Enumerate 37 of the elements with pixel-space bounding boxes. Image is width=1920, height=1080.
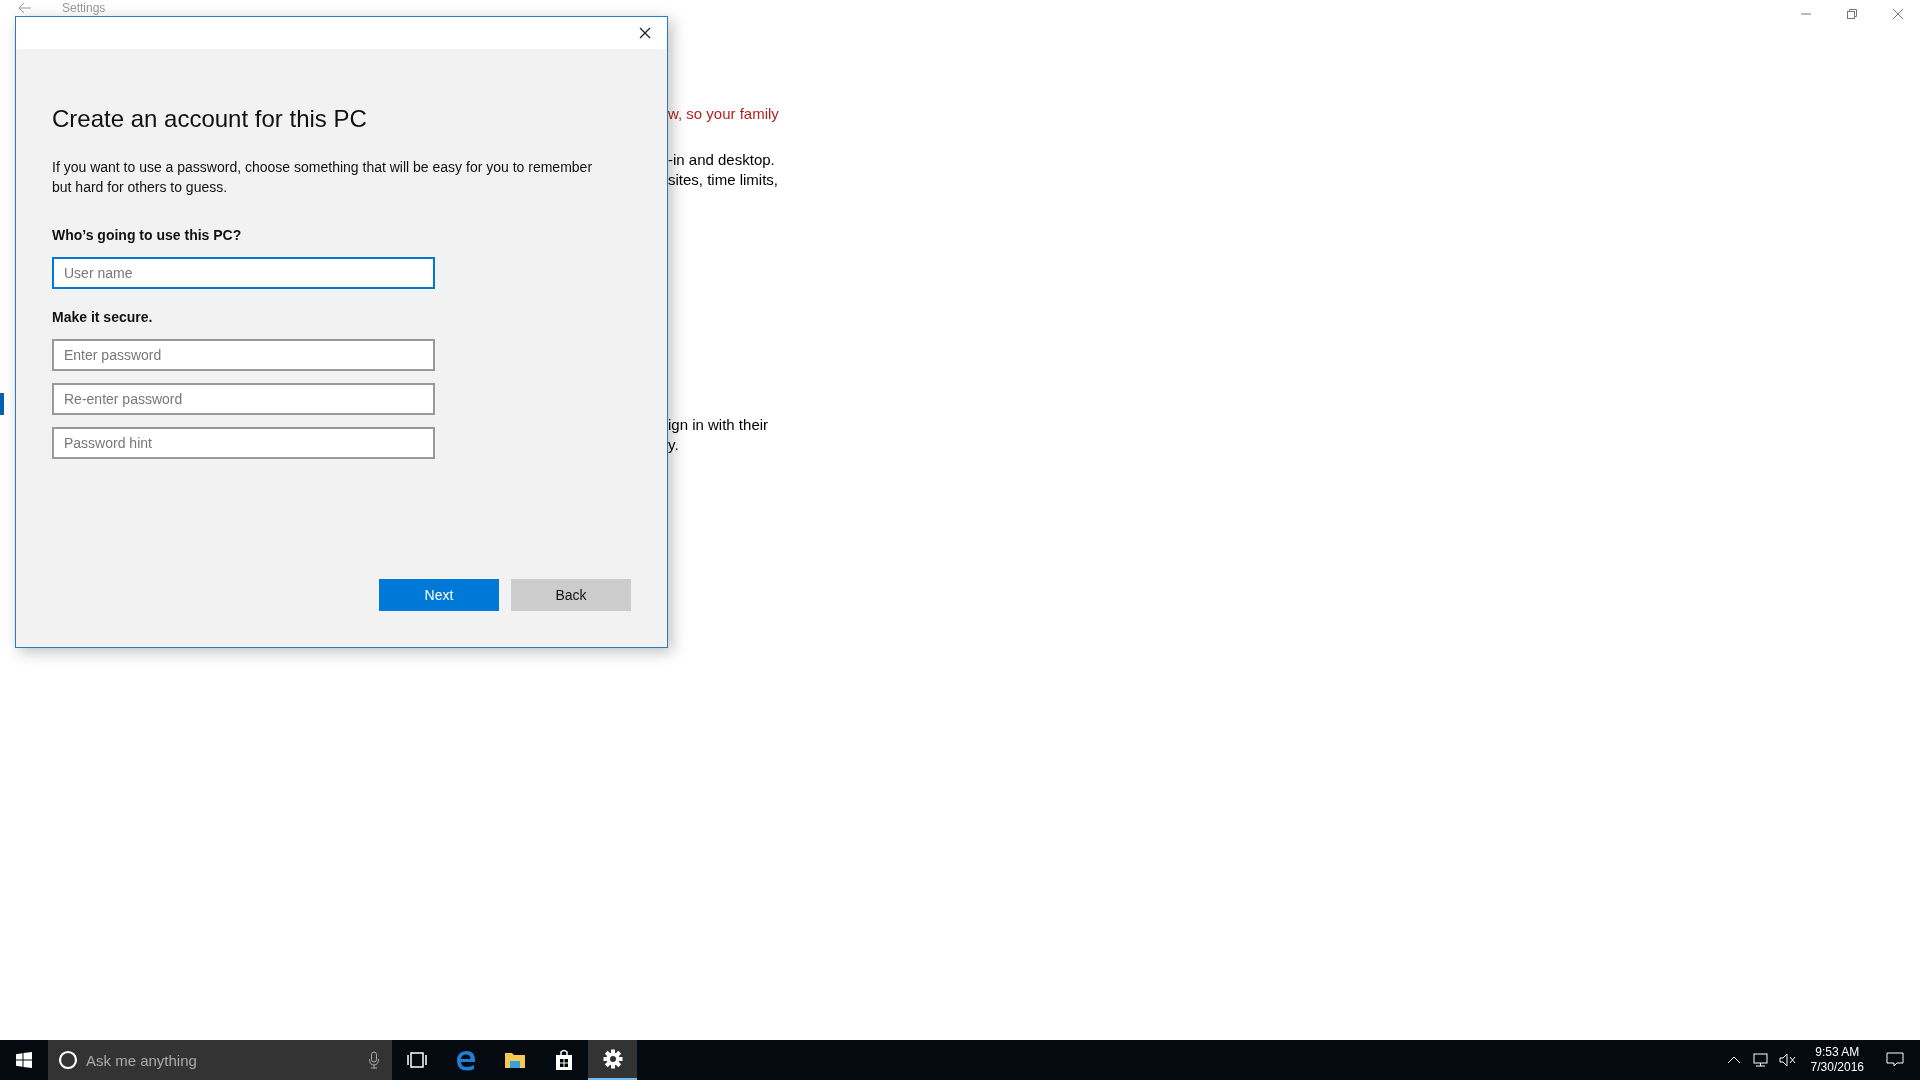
next-button[interactable]: Next bbox=[379, 579, 499, 611]
restore-icon[interactable] bbox=[1846, 8, 1858, 20]
page-text: y. bbox=[668, 435, 679, 455]
page-text: -in and desktop. bbox=[668, 150, 775, 170]
window-title: Settings bbox=[62, 1, 106, 15]
search-box[interactable]: Ask me anything bbox=[48, 1040, 392, 1080]
dialog-intro: If you want to use a password, choose something that will be easy for you to remember but hard for others to guess. bbox=[52, 158, 594, 197]
nav-selection-marker bbox=[0, 393, 4, 415]
back-button[interactable]: Back bbox=[511, 579, 631, 611]
task-view-icon bbox=[405, 1052, 428, 1068]
chevron-up-icon[interactable] bbox=[1726, 1055, 1741, 1065]
clock-date[interactable]: 7/30/2016 bbox=[1810, 1060, 1864, 1075]
dialog-title: Create an account for this PC bbox=[52, 105, 368, 133]
search-field[interactable]: Ask me anything bbox=[84, 1050, 362, 1070]
page-text: sites, time limits, bbox=[668, 170, 778, 190]
shopping-bag-icon bbox=[553, 1049, 574, 1071]
cortana-circle-icon bbox=[58, 1050, 78, 1070]
windows-icon bbox=[16, 1052, 32, 1068]
input-field[interactable]: Re-enter password bbox=[52, 383, 435, 415]
field-label: Who’s going to use this PC? bbox=[52, 227, 243, 243]
clock-time[interactable]: 9:53 AM bbox=[1815, 1045, 1860, 1060]
network-icon[interactable] bbox=[1750, 1052, 1769, 1068]
speaker-muted-icon[interactable] bbox=[1778, 1053, 1797, 1067]
taskbar-app[interactable] bbox=[588, 1040, 637, 1080]
notification-icon[interactable] bbox=[1886, 1052, 1904, 1068]
input-field[interactable]: User name bbox=[52, 257, 435, 289]
microphone-icon[interactable] bbox=[368, 1051, 380, 1069]
close-icon[interactable] bbox=[639, 27, 651, 39]
page-link[interactable]: w, so your family bbox=[668, 104, 779, 124]
field-label: Make it secure. bbox=[52, 309, 154, 325]
e-browser-icon bbox=[454, 1049, 477, 1071]
back-arrow-icon[interactable] bbox=[18, 2, 32, 14]
input-field[interactable]: Password hint bbox=[52, 427, 435, 459]
input-field[interactable]: Enter password bbox=[52, 339, 435, 371]
page-text: ign in with their bbox=[668, 415, 769, 435]
folder-icon bbox=[503, 1051, 526, 1069]
gear-icon bbox=[602, 1049, 623, 1069]
